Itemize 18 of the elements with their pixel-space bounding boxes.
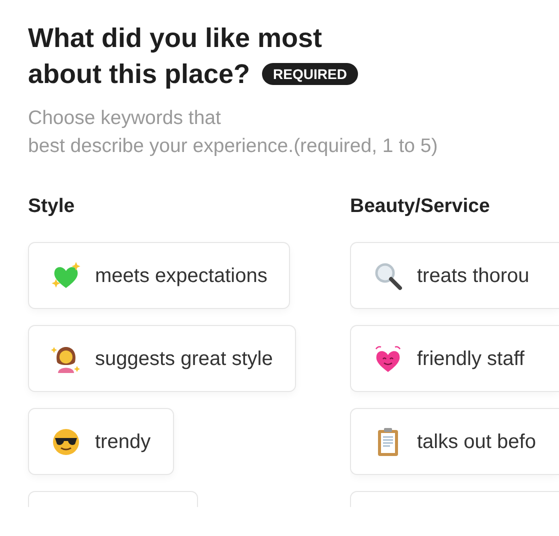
keyword-chip[interactable]: meets expectations [28,242,290,309]
question-title: about this place? [28,58,250,91]
instruction-text: Choose keywords that best describe your experience.(required, 1 to 5) [28,106,439,159]
keyword-chip[interactable]: suggests great style [28,325,296,392]
keyword-chip[interactable]: talks out befo [350,408,559,475]
keyword-chip[interactable]: treats thorou [350,242,559,309]
keyword-chip[interactable] [350,491,559,507]
keyword-chip[interactable]: trendy [28,408,174,475]
question-title: What did you like most [28,22,322,55]
required-badge: REQUIRED [262,62,358,86]
sunglasses-face-icon [51,426,81,456]
keyword-chip[interactable]: friendly staff [350,325,559,392]
magnifier-icon [373,260,403,290]
category-heading: Beauty/Service [350,195,490,217]
keyword-chip[interactable] [28,491,198,507]
smiling-heart-icon [373,344,403,374]
category-heading: Style [28,195,75,217]
sparkle-heart-icon [51,260,81,290]
